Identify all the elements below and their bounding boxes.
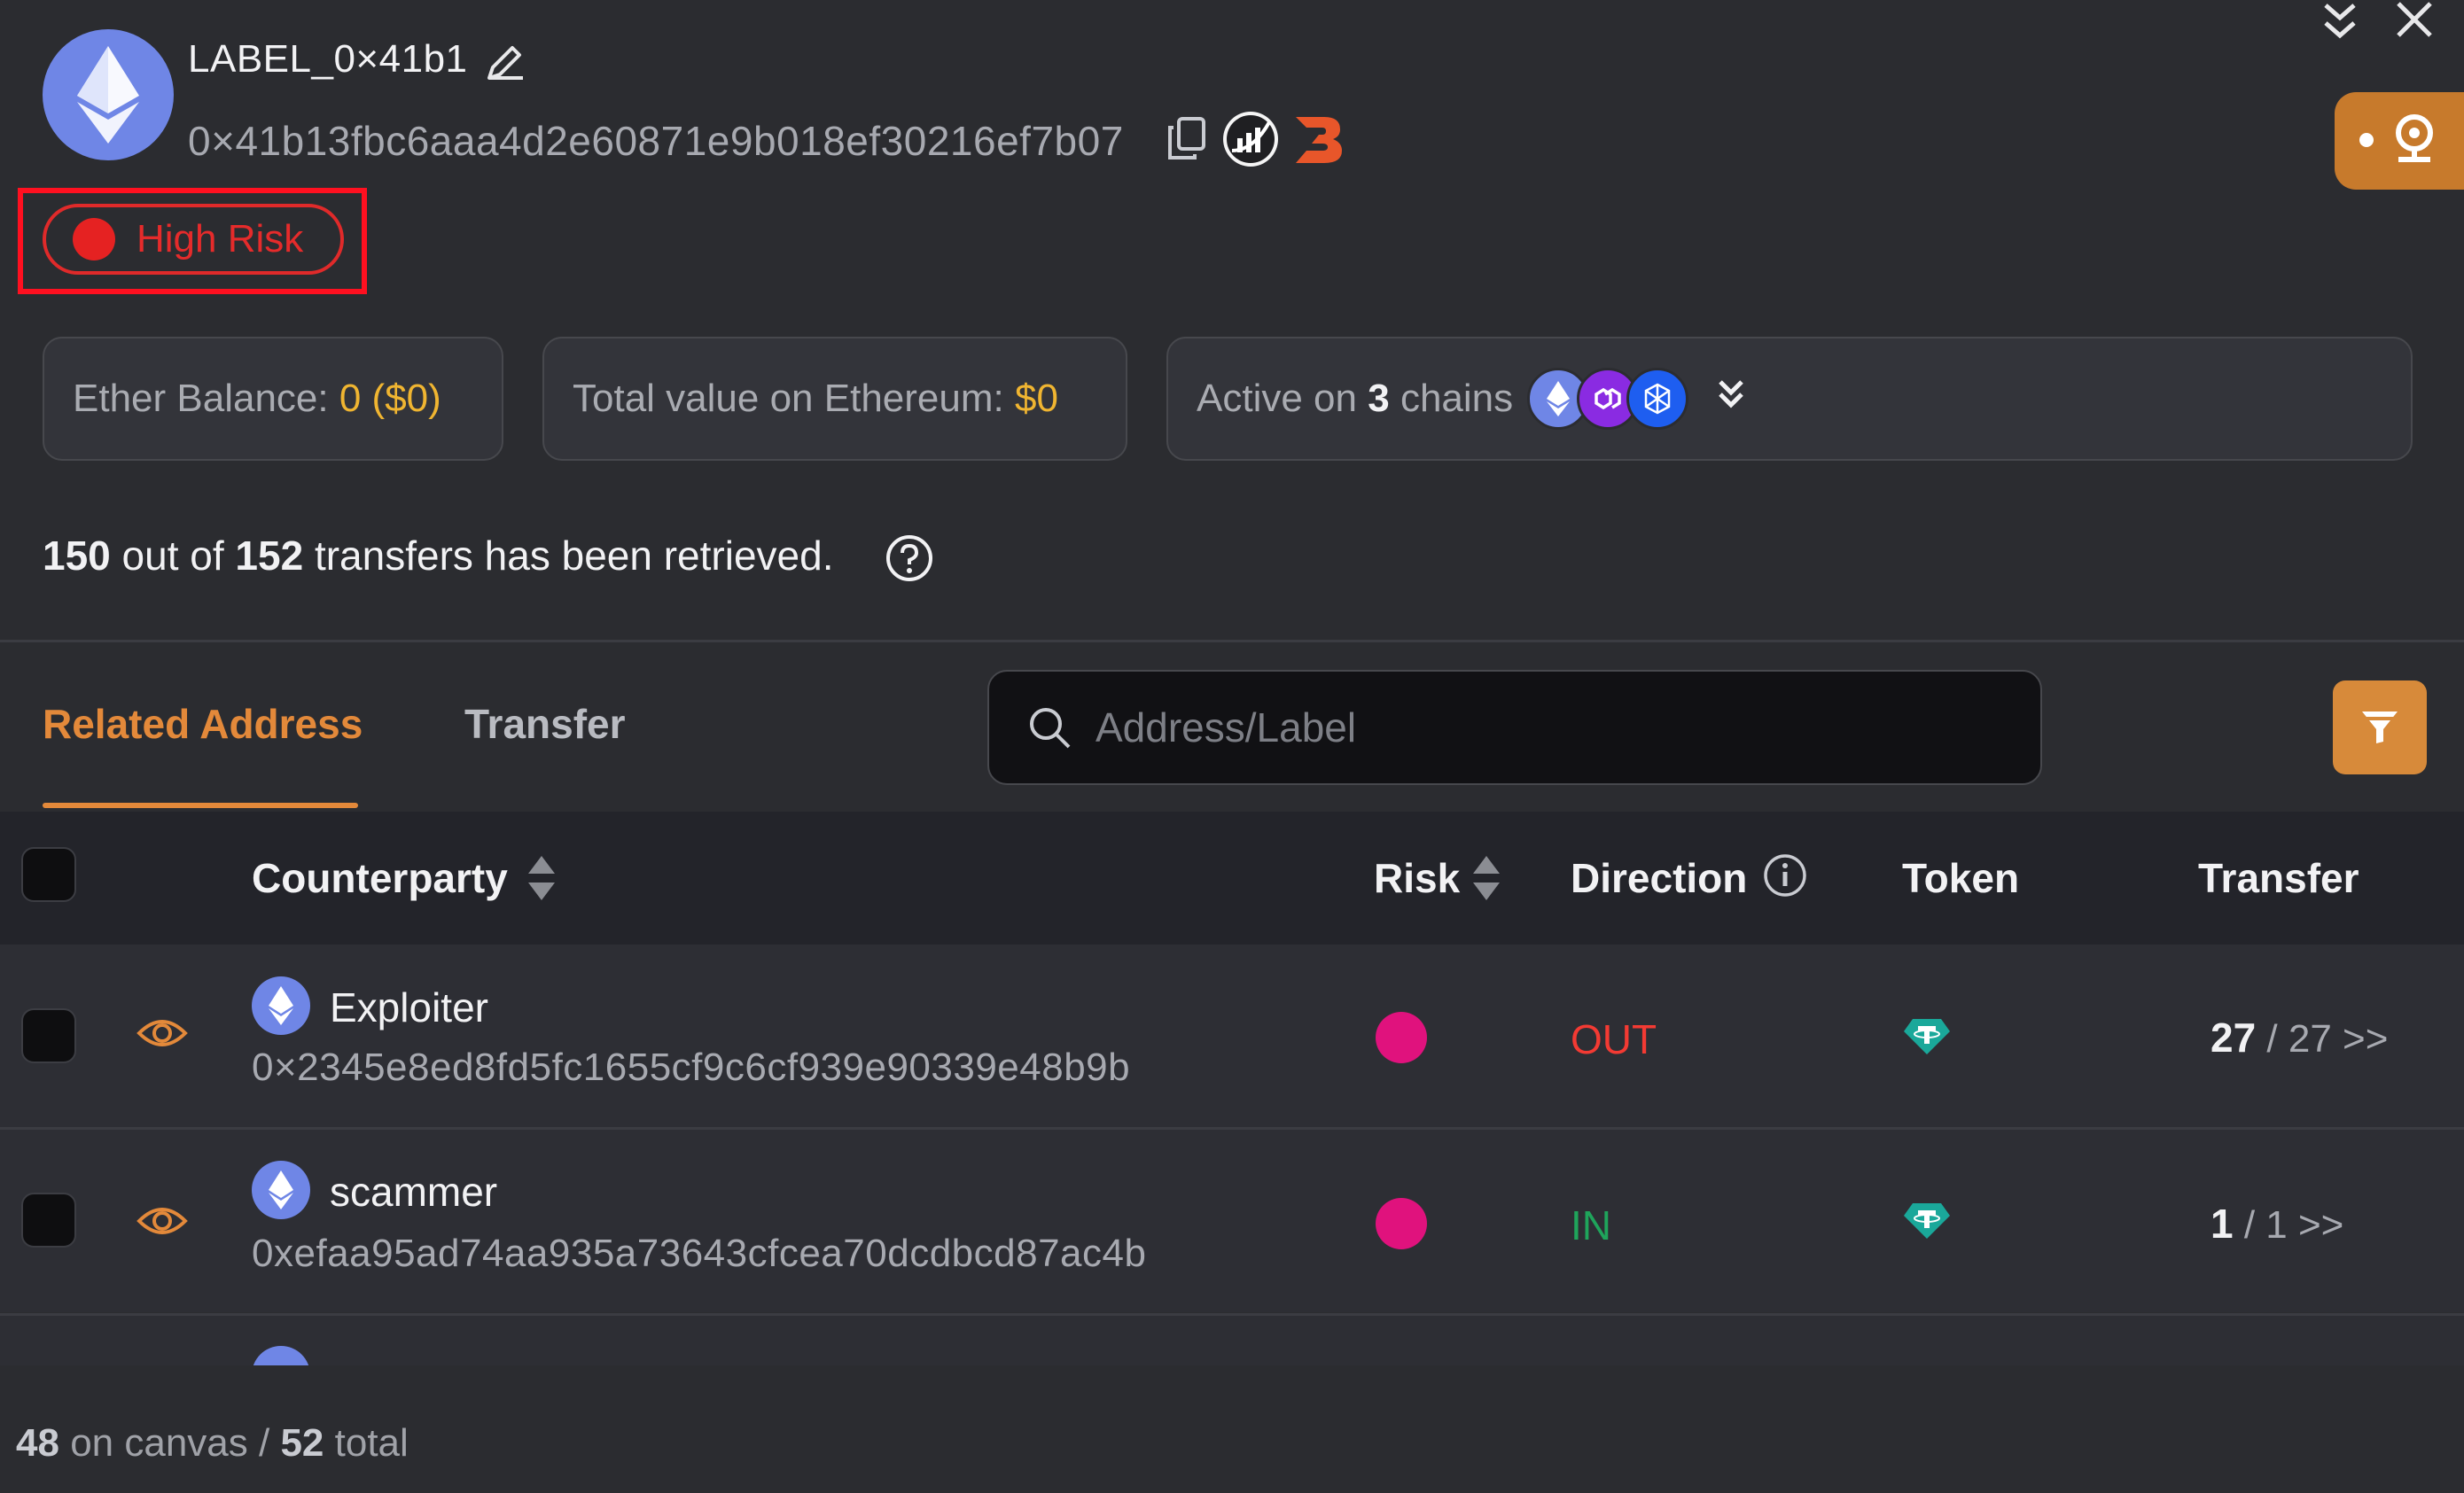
active-chain-count: 3 (1368, 377, 1390, 420)
transfer-count[interactable]: 27 / 27 >> (2211, 1014, 2388, 1061)
search-icon (1026, 704, 1072, 750)
direction-value: IN (1571, 1202, 1611, 1248)
ethereum-icon (252, 976, 310, 1035)
ethereum-avatar-icon (43, 29, 174, 160)
active-suffix: chains (1400, 377, 1514, 420)
edit-icon[interactable] (482, 41, 526, 85)
close-icon[interactable] (2391, 0, 2437, 41)
ether-balance-card: Ether Balance: 0 ($0) (43, 337, 503, 461)
retrieved-suffix: transfers has been retrieved. (314, 533, 834, 579)
counterparty-address: 0xefaa95ad74aa935a73643cfcea70dcdbcd87ac… (252, 1232, 1147, 1275)
monitor-button[interactable] (2335, 92, 2464, 190)
filter-button[interactable] (2333, 680, 2427, 774)
total-value-value: $0 (1014, 377, 1058, 420)
table-row-partial (0, 1316, 2464, 1365)
retrieved-out-of: out of (121, 533, 224, 579)
active-tab-indicator (43, 803, 358, 808)
header-transfer: Transfer (2198, 855, 2359, 901)
retrieved-count: 150 (43, 533, 111, 579)
tab-related-address[interactable]: Related Address (43, 700, 363, 748)
section-divider (0, 640, 2464, 642)
blocksec-icon[interactable] (1290, 112, 1345, 167)
total-label: total (334, 1421, 409, 1465)
sort-risk-icon[interactable] (1471, 854, 1501, 906)
header-counterparty[interactable]: Counterparty (252, 854, 508, 902)
collapse-icon[interactable] (2317, 0, 2363, 41)
risk-level-label: High Risk (136, 217, 304, 260)
eye-icon[interactable] (136, 1014, 188, 1057)
expand-chains-icon[interactable] (1713, 377, 1749, 422)
direction-value: OUT (1571, 1016, 1657, 1062)
alarm-icon (73, 218, 115, 260)
ethereum-icon (252, 1161, 310, 1219)
on-canvas-count: 48 (16, 1421, 59, 1465)
risk-alarm-icon (1376, 1198, 1427, 1249)
header-token: Token (1902, 855, 2020, 901)
canvas-summary: 48 on canvas / 52 total (16, 1421, 409, 1466)
etherscan-icon[interactable] (1223, 112, 1278, 167)
tether-token-icon (1902, 1017, 1952, 1061)
retrieved-summary: 150 out of 152 transfers has been retrie… (43, 532, 833, 579)
header-direction: Direction (1571, 855, 1748, 901)
table-row[interactable] (0, 945, 2464, 1127)
transfer-shown: 1 (2211, 1201, 2234, 1247)
help-icon[interactable] (885, 533, 934, 583)
select-all-checkbox[interactable] (21, 847, 76, 902)
total-value-label: Total value on Ethereum: (573, 377, 1004, 420)
retrieved-total: 152 (235, 533, 304, 579)
direction-info-icon[interactable] (1762, 852, 1808, 903)
search-box[interactable] (987, 670, 2042, 785)
total-count: 52 (280, 1421, 324, 1465)
fantom-chain-icon (1626, 368, 1689, 430)
transfer-total: / 27 >> (2266, 1017, 2389, 1061)
active-chains-card[interactable]: Active on 3 chains (1166, 337, 2413, 461)
total-value-card: Total value on Ethereum: $0 (542, 337, 1127, 461)
counterparty-address: 0×2345e8ed8fd5fc1655cf9c6cf939e90339e48b… (252, 1046, 1131, 1089)
counterparty-name[interactable]: Exploiter (330, 984, 488, 1031)
tether-token-icon (1902, 1201, 1952, 1245)
tab-transfer[interactable]: Transfer (464, 700, 626, 748)
wallet-address: 0×41b13fbc6aaa4d2e60871e9b018ef30216ef7b… (188, 118, 1124, 164)
row-checkbox[interactable] (21, 1008, 76, 1063)
ethereum-icon (252, 1346, 310, 1365)
ether-balance-value: 0 ($0) (339, 377, 441, 420)
copy-icon[interactable] (1166, 115, 1207, 161)
chain-icons (1527, 368, 1689, 430)
ether-balance-label: Ether Balance: (73, 377, 329, 420)
table-row[interactable] (0, 1130, 2464, 1312)
eye-icon[interactable] (136, 1201, 188, 1245)
on-canvas-label: on canvas / (70, 1421, 270, 1465)
active-prefix: Active on (1197, 377, 1357, 420)
search-input[interactable] (1094, 703, 1895, 752)
header-risk[interactable]: Risk (1374, 854, 1460, 902)
row-checkbox[interactable] (21, 1193, 76, 1248)
transfer-count[interactable]: 1 / 1 >> (2211, 1200, 2343, 1248)
transfer-shown: 27 (2211, 1015, 2257, 1061)
sort-counterparty-icon[interactable] (526, 854, 557, 906)
address-label: LABEL_0×41b1 (188, 37, 468, 81)
risk-alarm-icon (1376, 1012, 1427, 1063)
counterparty-name[interactable]: scammer (330, 1168, 497, 1216)
risk-badge: High Risk (43, 204, 344, 275)
filter-icon (2362, 712, 2398, 743)
transfer-total: / 1 >> (2243, 1203, 2344, 1247)
